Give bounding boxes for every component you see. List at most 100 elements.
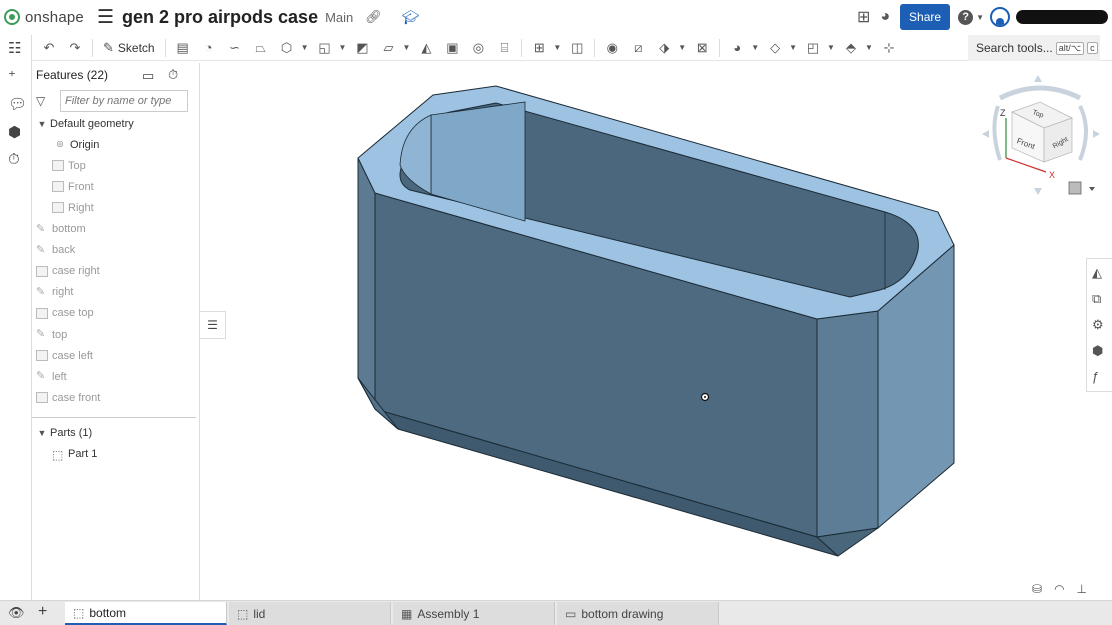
mass-properties-icon[interactable]: ⬢ [1092,343,1103,359]
modify-fillet-icon[interactable]: ◕ [726,37,748,59]
draft-icon[interactable]: ⏥ [377,37,399,59]
caret-icon[interactable]: ▼ [301,43,309,52]
sweep-icon[interactable]: ∽ [224,37,246,59]
redo-icon[interactable]: ↷ [64,37,86,59]
mirror-icon[interactable]: ◫ [566,37,588,59]
feature-item-case-right[interactable]: case right [36,261,100,282]
view-cube[interactable]: Top Front Right Z X [982,75,1100,195]
measure-icon[interactable]: ⚙︎ [1092,317,1104,333]
insert-icon[interactable]: ⁺ [8,67,16,85]
filter-input[interactable] [60,90,188,112]
help-icon[interactable]: ? [958,9,974,25]
share-button[interactable]: Share [900,4,951,30]
tab-manager-icon[interactable]: 👁︎ [8,605,25,621]
view-rotate-arc-top[interactable] [998,85,1082,101]
shell-icon[interactable]: ▣ [441,37,463,59]
tree-item-origin[interactable]: ◎ Origin [54,134,100,155]
sheet-metal-icon[interactable]: ⬘ [840,37,862,59]
feature-item-left[interactable]: ✎ left [36,366,67,387]
appearance-icon[interactable]: ◭ [1092,265,1102,281]
model-left-end-face[interactable] [357,157,376,410]
feature-item-case-front[interactable]: case front [36,387,100,408]
cylinder-icon[interactable]: ⌸ [493,37,515,59]
filter-icon[interactable]: ▽ [36,94,60,108]
feature-item-case-top[interactable]: case top [36,303,94,324]
feature-item-bottom[interactable]: ✎ bottom [36,219,86,240]
tree-item-top[interactable]: Top [52,155,86,176]
rendering-icon[interactable]: ⊥ [1077,582,1087,596]
caret-icon[interactable]: ▼ [402,43,410,52]
caret-icon[interactable]: ▼ [339,43,347,52]
caret-icon[interactable]: ▼ [751,43,759,52]
fillet-icon[interactable]: ◱ [314,37,336,59]
loft-icon[interactable]: ⏢ [250,37,272,59]
search-tools[interactable]: Search tools... alt/⌥ c [968,35,1100,61]
feature-item-back[interactable]: ✎ back [36,240,75,261]
default-geometry-group[interactable]: ▼ Default geometry [34,113,134,134]
chamfer-icon[interactable]: ◩ [351,37,373,59]
surface-icon[interactable]: ◰ [802,37,824,59]
folder-add-icon[interactable]: ▭ [142,68,154,84]
history-icon[interactable]: ⏱︎ [8,151,20,168]
parts-icon[interactable]: ⬢ [8,123,21,141]
hole-icon[interactable]: ◎ [467,37,489,59]
graphics-viewport[interactable]: Top Front Right Z X [200,62,1112,600]
help-caret-icon[interactable]: ▼ [976,13,984,22]
tree-item-front[interactable]: Front [52,176,94,197]
caret-icon[interactable]: ▼ [865,43,873,52]
model-right-chamfer-face[interactable] [816,310,879,538]
plane-icon[interactable]: ◇ [764,37,786,59]
tab-bottom-drawing[interactable]: ▭ bottom drawing [557,602,719,625]
caret-icon[interactable]: ▼ [678,43,686,52]
view-arrow-right[interactable] [1093,130,1100,138]
link-icon[interactable]: 🔗︎ [365,9,382,25]
add-tab-icon[interactable]: + [38,603,47,621]
feature-item-top[interactable]: ✎ top [36,324,67,345]
delete-part-icon[interactable]: ⊠ [691,37,713,59]
parts-group[interactable]: ▼ Parts (1) [34,422,93,443]
rib-icon[interactable]: ◭ [415,37,437,59]
document-title[interactable]: gen 2 pro airpods case [122,7,318,28]
feature-item-right[interactable]: ✎ right [36,282,73,303]
sketch-button[interactable]: ✎ Sketch [99,37,159,59]
chevron-down-icon[interactable]: ▼ [34,428,50,438]
add-custom-feature-icon[interactable]: ⊹ [878,37,900,59]
rollback-timer-icon[interactable]: ⏱︎ [168,67,178,83]
section-view-icon[interactable]: ⛁ [1032,582,1042,596]
view-arrow-left[interactable] [982,130,989,138]
caret-icon[interactable]: ▼ [789,43,797,52]
comments-icon[interactable]: 💬︎ [8,95,27,113]
part-item[interactable]: ⬚ Part 1 [52,443,97,464]
variables-icon[interactable]: ƒ [1092,369,1099,384]
split-icon[interactable]: ⧄ [627,37,649,59]
feature-item-case-left[interactable]: case left [36,345,93,366]
undo-icon[interactable]: ↶ [38,37,60,59]
branch-label[interactable]: Main [325,10,353,25]
caret-icon[interactable]: ▼ [553,43,561,52]
avatar[interactable] [990,7,1010,27]
menu-icon[interactable]: ☰ [97,6,114,29]
view-arrow-down[interactable] [1034,188,1042,195]
configurations-icon[interactable]: ⧉ [1092,291,1101,307]
app-store-icon[interactable]: ⊞ [857,7,870,27]
extrude-icon[interactable]: ▤ [172,37,194,59]
view-rotate-arc-right[interactable] [1078,105,1088,161]
tab-lid[interactable]: ⬚ lid [229,602,391,625]
feature-list-icon[interactable]: ☷ [8,39,21,57]
chevron-down-icon[interactable]: ▼ [34,119,50,129]
view-arrow-up[interactable] [1034,75,1042,82]
display-style-icon[interactable]: ◠ [1054,582,1064,596]
tab-assembly-1[interactable]: ▦ Assembly 1 [393,602,555,625]
onshape-logo[interactable]: onshape [0,5,84,29]
learning-center-icon[interactable]: ◕ [880,8,890,26]
graduation-cap-icon[interactable]: 🎓︎ [402,9,420,26]
revolve-icon[interactable]: ◔ [198,37,220,59]
tree-item-right[interactable]: Right [52,197,94,218]
caret-icon[interactable]: ▼ [827,43,835,52]
tab-bottom[interactable]: ⬚ bottom [65,602,227,625]
view-options-dropdown[interactable] [1068,181,1095,195]
thicken-icon[interactable]: ⬡ [276,37,298,59]
pattern-icon[interactable]: ⊞ [528,37,550,59]
boolean-icon[interactable]: ◉ [601,37,623,59]
transform-icon[interactable]: ⬗ [653,37,675,59]
